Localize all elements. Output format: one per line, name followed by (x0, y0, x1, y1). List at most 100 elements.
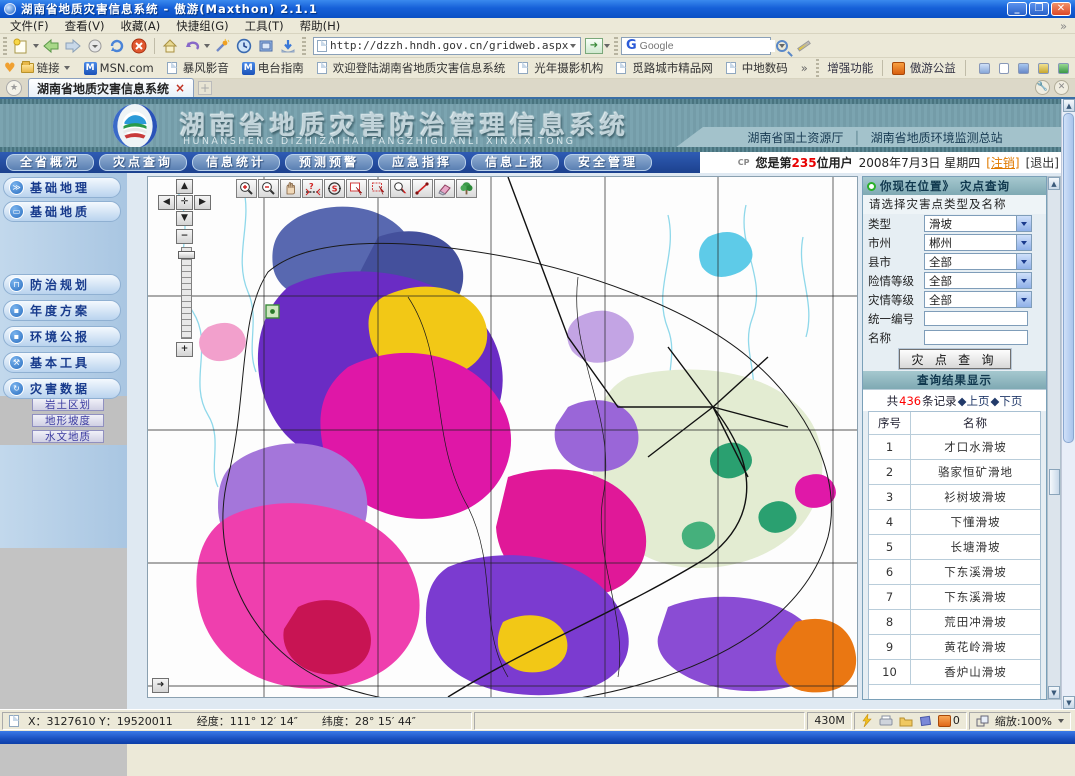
select-box-icon[interactable] (368, 179, 389, 198)
search-input[interactable] (640, 40, 775, 52)
favorites-heart-icon[interactable]: ♥ (4, 61, 16, 76)
link-msn[interactable]: MMSN.com (84, 61, 154, 75)
highlight-icon[interactable] (793, 36, 815, 56)
url-input[interactable] (330, 39, 569, 52)
go-button[interactable]: ➜ (585, 38, 603, 54)
chevron-down-icon[interactable] (1016, 254, 1031, 269)
sidebar-subitem-rock-zoning[interactable]: 岩土区划 (32, 398, 104, 411)
pan-up-button[interactable]: ▲ (176, 179, 193, 194)
menu-overflow-icon[interactable]: » (1060, 19, 1067, 33)
disaster-query-button[interactable]: 灾 点 查 询 (899, 349, 1011, 369)
scroll-thumb[interactable] (1063, 113, 1074, 443)
scroll-down-icon[interactable]: ▼ (1048, 686, 1060, 699)
menu-file[interactable]: 文件(F) (10, 18, 49, 34)
table-row[interactable]: 4下懂滑坡 (869, 510, 1040, 535)
table-row[interactable]: 5长塘滑坡 (869, 535, 1040, 560)
eraser-icon[interactable] (434, 179, 455, 198)
city-select[interactable]: 郴州 (924, 234, 1032, 251)
sidebar-item-env-bulletin[interactable]: ▪ 环境公报 (3, 326, 121, 347)
window-panels-icon[interactable] (255, 36, 277, 56)
link-milu[interactable]: 觅路城市精品网 (616, 60, 713, 76)
history-dropdown-icon[interactable] (84, 36, 106, 56)
pan-right-button[interactable]: ▶ (194, 195, 211, 210)
new-page-dropdown-icon[interactable] (33, 44, 39, 51)
undo-dropdown-icon[interactable] (204, 44, 210, 51)
star-icon[interactable]: ★ (6, 80, 22, 96)
link-radio[interactable]: M电台指南 (242, 60, 304, 76)
nav-tab-security[interactable]: 安全管理 (564, 154, 652, 171)
copy-icon[interactable] (1018, 63, 1029, 74)
link-photo[interactable]: 光年摄影机构 (518, 60, 603, 76)
folder-icon[interactable] (899, 715, 913, 727)
unified-id-input[interactable] (924, 311, 1028, 326)
search-box[interactable]: G (621, 37, 771, 55)
printer-icon[interactable] (879, 715, 893, 727)
sidebar-item-basic-tools[interactable]: ⚒ 基本工具 (3, 352, 121, 373)
measure-line-icon[interactable] (412, 179, 433, 198)
logout-link[interactable]: [注销] (986, 154, 1019, 171)
sidebar-item-base-geology[interactable]: ▭ 基础地质 (3, 201, 121, 222)
magic-wand-icon[interactable] (211, 36, 233, 56)
sidebar-item-disaster-data[interactable]: ↻ 灾害数据 (3, 378, 121, 399)
zoom-slider-handle[interactable] (178, 251, 195, 259)
zoom-in-icon[interactable] (236, 179, 257, 198)
zoom-out-icon[interactable] (258, 179, 279, 198)
sidebar-subitem-hydrogeology[interactable]: 水文地质 (32, 430, 104, 443)
pan-left-button[interactable]: ◀ (158, 195, 175, 210)
links-folder[interactable]: 链接 (21, 60, 71, 76)
refresh-icon[interactable] (106, 36, 128, 56)
menu-tools[interactable]: 工具(T) (245, 18, 284, 34)
monitor-icon[interactable] (979, 63, 990, 74)
scroll-up-icon[interactable]: ▲ (1048, 177, 1060, 190)
go-dropdown-icon[interactable] (604, 44, 610, 51)
maximize-button[interactable]: ❐ (1029, 2, 1049, 16)
table-row[interactable]: 1才口水滑坡 (869, 435, 1040, 460)
full-extent-icon[interactable]: S (324, 179, 345, 198)
browser-scrollbar[interactable]: ▲ ▼ (1061, 99, 1075, 709)
link-land-resources[interactable]: 湖南省国土资源厅 (747, 129, 843, 146)
sidebar-item-prevention-plan[interactable]: ⊓ 防治规划 (3, 274, 121, 295)
nav-tab-forecast[interactable]: 预测预警 (285, 154, 373, 171)
forward-icon[interactable] (62, 36, 84, 56)
wrench-icon[interactable]: 🔧 (1035, 80, 1050, 95)
map-viewport[interactable]: ? S ▲ ◀ ✛ ▶ ▼ − + ➜ (147, 176, 858, 698)
nav-tab-overview[interactable]: 全省概况 (6, 154, 94, 171)
link-zhongdi[interactable]: 中地数码 (726, 60, 788, 76)
menu-help[interactable]: 帮助(H) (300, 18, 341, 34)
sidebar-item-annual-plan[interactable]: ▪ 年度方案 (3, 300, 121, 321)
home-icon[interactable] (159, 36, 181, 56)
county-select[interactable]: 全部 (924, 253, 1032, 270)
maxthon-charity-link[interactable]: 傲游公益 (910, 60, 956, 76)
tab-close-icon[interactable]: × (175, 81, 185, 95)
table-row[interactable]: 6下东溪滑坡 (869, 560, 1040, 585)
close-all-icon[interactable]: ✕ (1054, 80, 1069, 95)
scroll-up-icon[interactable]: ▲ (1063, 99, 1075, 112)
close-button[interactable]: ✕ (1051, 2, 1071, 16)
chevron-down-icon[interactable] (1016, 273, 1031, 288)
table-row[interactable]: 2骆家恒矿滑地 (869, 460, 1040, 485)
chevron-down-icon[interactable] (1016, 216, 1031, 231)
risk-level-select[interactable]: 全部 (924, 272, 1032, 289)
sidebar-item-base-geography[interactable]: ≫ 基础地理 (3, 177, 121, 198)
new-page-icon[interactable] (10, 36, 32, 56)
measure-distance-icon[interactable]: ? (302, 179, 323, 198)
zoom-slider-track[interactable] (181, 247, 192, 339)
pan-down-button[interactable]: ▼ (176, 211, 193, 226)
zoom-plus-button[interactable]: + (176, 342, 193, 357)
search-icon[interactable] (771, 36, 793, 56)
identify-icon[interactable] (390, 179, 411, 198)
back-icon[interactable] (40, 36, 62, 56)
pan-center-button[interactable]: ✛ (176, 195, 193, 210)
download-icon[interactable] (277, 36, 299, 56)
exit-link[interactable]: [退出] (1026, 154, 1059, 171)
url-dropdown-icon[interactable] (570, 44, 576, 51)
collapse-right-button[interactable]: ➜ (152, 678, 169, 693)
chevron-down-icon[interactable] (1058, 719, 1064, 726)
tab-active[interactable]: 湖南省地质灾害信息系统 × (28, 78, 194, 97)
link-welcome[interactable]: 欢迎登陆湖南省地质灾害信息系统 (317, 60, 506, 76)
table-row[interactable]: 3衫树坡滑坡 (869, 485, 1040, 510)
sidebar-subitem-terrain-slope[interactable]: 地形坡度 (32, 414, 104, 427)
nav-tab-disaster-query[interactable]: 灾点查询 (99, 154, 187, 171)
name-input[interactable] (924, 330, 1028, 345)
grid-icon[interactable] (1058, 63, 1069, 74)
